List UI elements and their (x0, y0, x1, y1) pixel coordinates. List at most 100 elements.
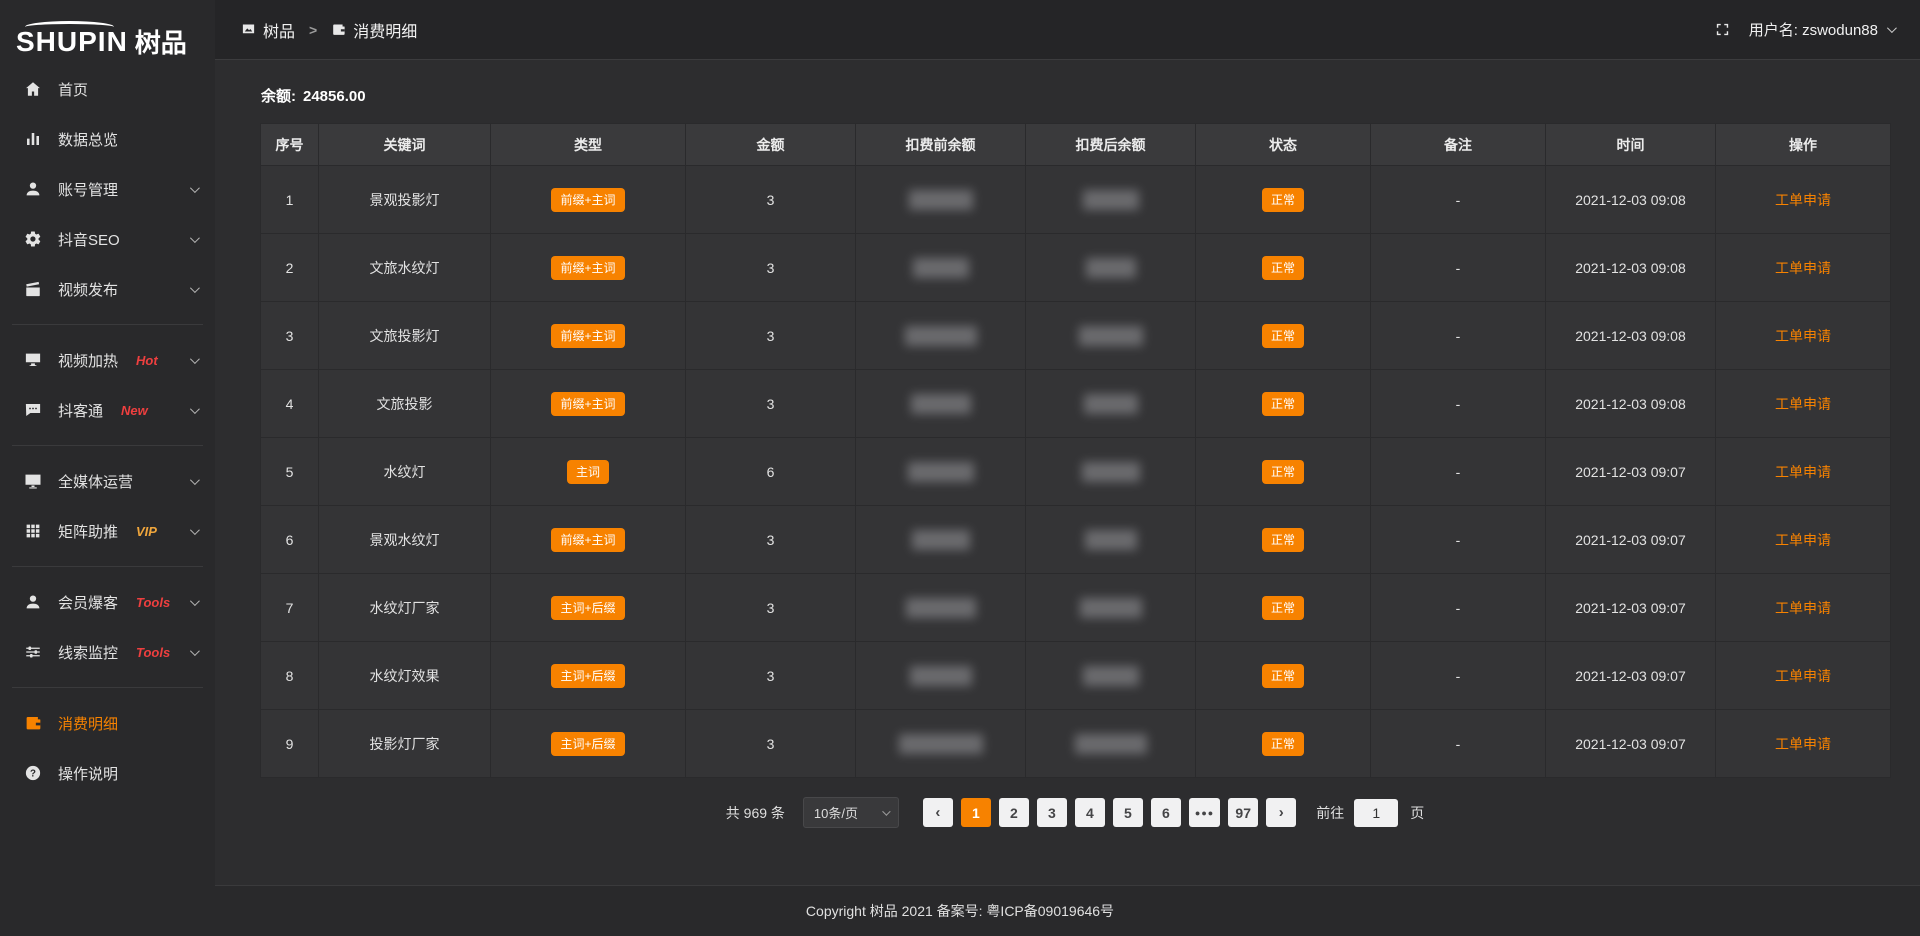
cell-keyword: 文旅水纹灯 (319, 234, 491, 302)
chevron-down-icon (190, 475, 200, 485)
sidebar-item-消费明细[interactable]: 消费明细 (0, 698, 215, 748)
work-order-link[interactable]: 工单申请 (1775, 396, 1831, 412)
sidebar-item-label: 抖音SEO (58, 229, 120, 250)
cell-balance-before-masked (856, 438, 1026, 506)
sidebar-item-label: 账号管理 (58, 179, 118, 200)
column-header-序号: 序号 (261, 124, 319, 166)
cell-note: - (1371, 574, 1546, 642)
cell-index: 5 (261, 438, 319, 506)
type-badge: 主词 (567, 460, 609, 484)
user-icon (24, 180, 42, 198)
cell-note: - (1371, 370, 1546, 438)
work-order-link[interactable]: 工单申请 (1775, 668, 1831, 684)
page-button-1[interactable]: 1 (961, 798, 991, 827)
masked-value (909, 190, 973, 210)
user-dropdown[interactable]: 用户名: zswodun88 (1749, 19, 1894, 40)
type-badge: 前缀+主词 (551, 188, 624, 212)
cell-index: 1 (261, 166, 319, 234)
masked-value (906, 598, 976, 618)
cell-note: - (1371, 642, 1546, 710)
work-order-link[interactable]: 工单申请 (1775, 600, 1831, 616)
page-button-97[interactable]: 97 (1228, 798, 1258, 827)
sidebar-item-会员爆客[interactable]: 会员爆客Tools (0, 577, 215, 627)
sidebar-item-label: 会员爆客 (58, 592, 118, 613)
work-order-link[interactable]: 工单申请 (1775, 192, 1831, 208)
cell-type: 前缀+主词 (491, 234, 686, 302)
cell-balance-after-masked (1026, 370, 1196, 438)
question-icon: ? (24, 764, 42, 782)
breadcrumb-item-树品[interactable]: 树品 (241, 18, 295, 42)
cell-balance-before-masked (856, 166, 1026, 234)
chevron-down-icon (190, 404, 200, 414)
cell-amount: 3 (686, 506, 856, 574)
work-order-link[interactable]: 工单申请 (1775, 260, 1831, 276)
sidebar-item-矩阵助推[interactable]: 矩阵助推VIP (0, 506, 215, 556)
breadcrumb-item-消费明细[interactable]: 消费明细 (331, 18, 417, 42)
sidebar-item-label: 线索监控 (58, 642, 118, 663)
page-size-select[interactable]: 10条/页 (803, 797, 899, 828)
next-page-button[interactable]: › (1266, 798, 1296, 827)
sidebar-item-线索监控[interactable]: 线索监控Tools (0, 627, 215, 677)
cell-status: 正常 (1196, 574, 1371, 642)
masked-value (912, 530, 970, 550)
sidebar-item-label: 消费明细 (58, 713, 118, 734)
page-button-4[interactable]: 4 (1075, 798, 1105, 827)
table-row: 2文旅水纹灯前缀+主词3正常-2021-12-03 09:08工单申请 (261, 234, 1891, 302)
page-button-5[interactable]: 5 (1113, 798, 1143, 827)
cell-keyword: 景观投影灯 (319, 166, 491, 234)
grid-icon (24, 522, 42, 540)
copyright-text: Copyright 树品 2021 备案号: 粤ICP备09019646号 (806, 901, 1114, 921)
cell-time: 2021-12-03 09:08 (1546, 370, 1716, 438)
cell-index: 4 (261, 370, 319, 438)
sidebar-item-抖音SEO[interactable]: 抖音SEO (0, 214, 215, 264)
sidebar-item-数据总览[interactable]: 数据总览 (0, 114, 215, 164)
masked-value (1084, 394, 1138, 414)
sidebar-item-首页[interactable]: 首页 (0, 64, 215, 114)
screen-icon (24, 351, 42, 369)
table-row: 3文旅投影灯前缀+主词3正常-2021-12-03 09:08工单申请 (261, 302, 1891, 370)
sidebar-item-视频加热[interactable]: 视频加热Hot (0, 335, 215, 385)
menu-badge-VIP: VIP (136, 524, 157, 539)
type-badge: 前缀+主词 (551, 528, 624, 552)
cell-index: 3 (261, 302, 319, 370)
main-content: 余额:24856.00 序号关键词类型金额扣费前余额扣费后余额状态备注时间操作1… (215, 61, 1920, 885)
wallet-icon (331, 22, 346, 37)
sidebar-item-抖客通[interactable]: 抖客通New (0, 385, 215, 435)
sidebar-item-label: 抖客通 (58, 400, 103, 421)
goto-page-input[interactable] (1354, 799, 1398, 827)
masked-value (899, 734, 983, 754)
status-badge: 正常 (1262, 528, 1304, 552)
chevron-down-icon (190, 525, 200, 535)
cell-note: - (1371, 234, 1546, 302)
cell-status: 正常 (1196, 506, 1371, 574)
table-row: 9投影灯厂家主词+后缀3正常-2021-12-03 09:07工单申请 (261, 710, 1891, 778)
cell-balance-after-masked (1026, 574, 1196, 642)
work-order-link[interactable]: 工单申请 (1775, 464, 1831, 480)
topbar: 树品>消费明细 用户名: zswodun88 (215, 0, 1920, 60)
page-button-6[interactable]: 6 (1151, 798, 1181, 827)
work-order-link[interactable]: 工单申请 (1775, 328, 1831, 344)
cell-type: 主词 (491, 438, 686, 506)
work-order-link: 工单申请 (1716, 574, 1891, 642)
sidebar-item-操作说明[interactable]: ?操作说明 (0, 748, 215, 798)
prev-page-button[interactable]: ‹ (923, 798, 953, 827)
status-badge: 正常 (1262, 392, 1304, 416)
page-button-2[interactable]: 2 (999, 798, 1029, 827)
more-pages-button[interactable]: ●●● (1189, 798, 1220, 827)
consumption-table: 序号关键词类型金额扣费前余额扣费后余额状态备注时间操作1景观投影灯前缀+主词3正… (260, 123, 1891, 778)
column-header-类型: 类型 (491, 124, 686, 166)
cell-index: 7 (261, 574, 319, 642)
cell-balance-before-masked (856, 302, 1026, 370)
work-order-link[interactable]: 工单申请 (1775, 736, 1831, 752)
breadcrumb: 树品>消费明细 (241, 18, 417, 42)
fullscreen-icon[interactable] (1714, 21, 1731, 38)
username-label: 用户名: zswodun88 (1749, 19, 1878, 40)
cell-keyword: 水纹灯效果 (319, 642, 491, 710)
sidebar-item-全媒体运营[interactable]: 全媒体运营 (0, 456, 215, 506)
table-row: 4文旅投影前缀+主词3正常-2021-12-03 09:08工单申请 (261, 370, 1891, 438)
sidebar-item-视频发布[interactable]: 视频发布 (0, 264, 215, 314)
sidebar-item-账号管理[interactable]: 账号管理 (0, 164, 215, 214)
page-button-3[interactable]: 3 (1037, 798, 1067, 827)
work-order-link[interactable]: 工单申请 (1775, 532, 1831, 548)
menu-badge-Hot: Hot (136, 353, 158, 368)
